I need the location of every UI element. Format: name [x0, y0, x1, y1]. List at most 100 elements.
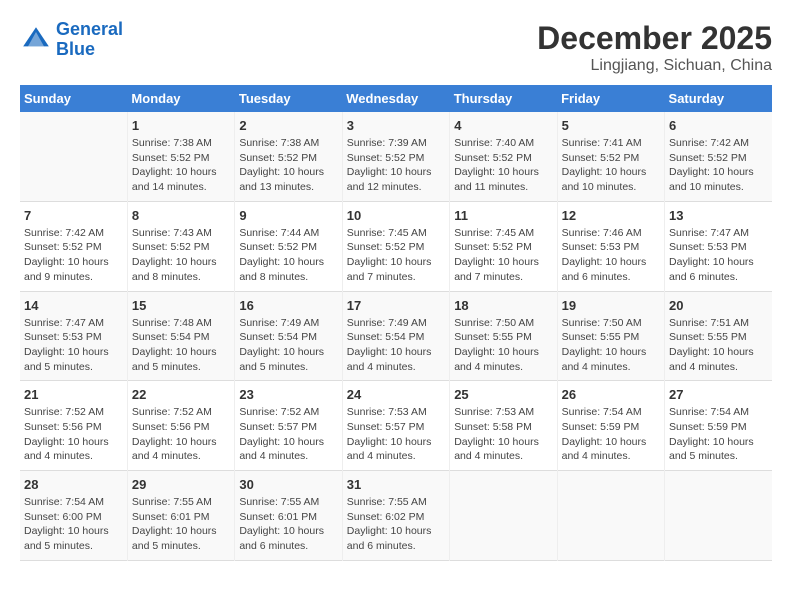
weekday-header: Thursday [450, 85, 557, 112]
day-info: Sunrise: 7:42 AMSunset: 5:52 PMDaylight:… [669, 136, 768, 195]
day-number: 25 [454, 387, 552, 402]
weekday-header: Monday [127, 85, 234, 112]
day-info: Sunrise: 7:52 AMSunset: 5:56 PMDaylight:… [132, 405, 230, 464]
calendar-week: 14 Sunrise: 7:47 AMSunset: 5:53 PMDayligh… [20, 291, 772, 381]
day-number: 21 [24, 387, 123, 402]
calendar-cell: 17Sunrise: 7:49 AMSunset: 5:54 PMDayligh… [342, 291, 449, 381]
logo-icon [20, 24, 52, 56]
calendar-cell: 26Sunrise: 7:54 AMSunset: 5:59 PMDayligh… [557, 381, 664, 471]
day-number: 8 [132, 208, 230, 223]
day-number: 10 [347, 208, 445, 223]
weekday-header: Wednesday [342, 85, 449, 112]
calendar-header: SundayMondayTuesdayWednesdayThursdayFrid… [20, 85, 772, 112]
location: Lingjiang, Sichuan, China [537, 57, 772, 75]
day-info: Sunrise: 7:47 AMSunset: 5:53 PMDaylight:… [669, 226, 768, 285]
day-number: 31 [347, 477, 445, 492]
calendar-cell: 15 Sunrise: 7:48 AMSunset: 5:54 PMDayligh… [127, 291, 234, 381]
day-info: Sunrise: 7:53 AMSunset: 5:58 PMDaylight:… [454, 405, 552, 464]
day-info: Sunrise: 7:40 AMSunset: 5:52 PMDaylight:… [454, 136, 552, 195]
day-number: 3 [347, 118, 445, 133]
calendar-week: 21 Sunrise: 7:52 AMSunset: 5:56 PMDayligh… [20, 381, 772, 471]
calendar-cell: 8 Sunrise: 7:43 AMSunset: 5:52 PMDaylight… [127, 201, 234, 291]
day-info: Sunrise: 7:53 AMSunset: 5:57 PMDaylight:… [347, 405, 445, 464]
day-info: Sunrise: 7:55 AMSunset: 6:01 PMDaylight:… [132, 495, 230, 554]
day-number: 27 [669, 387, 768, 402]
calendar-cell: 2 Sunrise: 7:38 AMSunset: 5:52 PMDaylight… [235, 112, 342, 201]
day-info: Sunrise: 7:38 AMSunset: 5:52 PMDaylight:… [132, 136, 230, 195]
day-number: 16 [239, 298, 337, 313]
calendar-cell: 27 Sunrise: 7:54 AMSunset: 5:59 PMDayligh… [665, 381, 772, 471]
day-number: 11 [454, 208, 552, 223]
calendar-cell: 31 Sunrise: 7:55 AMSunset: 6:02 PMDayligh… [342, 471, 449, 561]
calendar-cell: 3 Sunrise: 7:39 AMSunset: 5:52 PMDaylight… [342, 112, 449, 201]
day-number: 28 [24, 477, 123, 492]
calendar-cell: 30Sunrise: 7:55 AMSunset: 6:01 PMDayligh… [235, 471, 342, 561]
calendar-cell: 12Sunrise: 7:46 AMSunset: 5:53 PMDayligh… [557, 201, 664, 291]
month-title: December 2025 [537, 20, 772, 57]
day-info: Sunrise: 7:47 AMSunset: 5:53 PMDaylight:… [24, 316, 123, 375]
calendar-cell: 21 Sunrise: 7:52 AMSunset: 5:56 PMDayligh… [20, 381, 127, 471]
day-number: 1 [132, 118, 230, 133]
day-info: Sunrise: 7:38 AMSunset: 5:52 PMDaylight:… [239, 136, 337, 195]
day-info: Sunrise: 7:50 AMSunset: 5:55 PMDaylight:… [562, 316, 660, 375]
day-number: 23 [239, 387, 337, 402]
calendar-cell: 23Sunrise: 7:52 AMSunset: 5:57 PMDayligh… [235, 381, 342, 471]
day-number: 5 [562, 118, 660, 133]
calendar-cell: 16 Sunrise: 7:49 AMSunset: 5:54 PMDayligh… [235, 291, 342, 381]
logo-text: General Blue [56, 20, 123, 60]
day-number: 4 [454, 118, 552, 133]
calendar-cell [20, 112, 127, 201]
calendar-cell: 9 Sunrise: 7:44 AMSunset: 5:52 PMDaylight… [235, 201, 342, 291]
day-info: Sunrise: 7:54 AMSunset: 6:00 PMDaylight:… [24, 495, 123, 554]
title-block: December 2025 Lingjiang, Sichuan, China [537, 20, 772, 75]
calendar-cell: 5 Sunrise: 7:41 AMSunset: 5:52 PMDaylight… [557, 112, 664, 201]
calendar-cell: 11 Sunrise: 7:45 AMSunset: 5:52 PMDayligh… [450, 201, 557, 291]
day-info: Sunrise: 7:45 AMSunset: 5:52 PMDaylight:… [347, 226, 445, 285]
calendar-body: 1 Sunrise: 7:38 AMSunset: 5:52 PMDaylight… [20, 112, 772, 560]
day-info: Sunrise: 7:52 AMSunset: 5:56 PMDaylight:… [24, 405, 123, 464]
calendar-cell: 6 Sunrise: 7:42 AMSunset: 5:52 PMDaylight… [665, 112, 772, 201]
day-number: 19 [562, 298, 660, 313]
day-number: 9 [239, 208, 337, 223]
day-info: Sunrise: 7:55 AMSunset: 6:02 PMDaylight:… [347, 495, 445, 554]
day-number: 22 [132, 387, 230, 402]
weekday-header: Sunday [20, 85, 127, 112]
calendar-cell: 18Sunrise: 7:50 AMSunset: 5:55 PMDayligh… [450, 291, 557, 381]
day-number: 12 [562, 208, 660, 223]
weekday-header: Tuesday [235, 85, 342, 112]
weekday-row: SundayMondayTuesdayWednesdayThursdayFrid… [20, 85, 772, 112]
day-info: Sunrise: 7:51 AMSunset: 5:55 PMDaylight:… [669, 316, 768, 375]
calendar-cell [665, 471, 772, 561]
day-number: 20 [669, 298, 768, 313]
calendar-cell: 29 Sunrise: 7:55 AMSunset: 6:01 PMDayligh… [127, 471, 234, 561]
day-number: 17 [347, 298, 445, 313]
calendar-cell: 22 Sunrise: 7:52 AMSunset: 5:56 PMDayligh… [127, 381, 234, 471]
calendar-cell: 1 Sunrise: 7:38 AMSunset: 5:52 PMDaylight… [127, 112, 234, 201]
calendar-cell [450, 471, 557, 561]
day-info: Sunrise: 7:54 AMSunset: 5:59 PMDaylight:… [669, 405, 768, 464]
day-info: Sunrise: 7:45 AMSunset: 5:52 PMDaylight:… [454, 226, 552, 285]
calendar-cell: 19 Sunrise: 7:50 AMSunset: 5:55 PMDayligh… [557, 291, 664, 381]
day-info: Sunrise: 7:41 AMSunset: 5:52 PMDaylight:… [562, 136, 660, 195]
calendar-table: SundayMondayTuesdayWednesdayThursdayFrid… [20, 85, 772, 561]
day-number: 18 [454, 298, 552, 313]
day-info: Sunrise: 7:44 AMSunset: 5:52 PMDaylight:… [239, 226, 337, 285]
day-number: 29 [132, 477, 230, 492]
weekday-header: Friday [557, 85, 664, 112]
calendar-cell: 28 Sunrise: 7:54 AMSunset: 6:00 PMDayligh… [20, 471, 127, 561]
day-number: 14 [24, 298, 123, 313]
calendar-cell: 25 Sunrise: 7:53 AMSunset: 5:58 PMDayligh… [450, 381, 557, 471]
day-number: 13 [669, 208, 768, 223]
day-number: 2 [239, 118, 337, 133]
day-info: Sunrise: 7:39 AMSunset: 5:52 PMDaylight:… [347, 136, 445, 195]
day-number: 26 [562, 387, 660, 402]
day-number: 6 [669, 118, 768, 133]
day-number: 15 [132, 298, 230, 313]
day-info: Sunrise: 7:49 AMSunset: 5:54 PMDaylight:… [239, 316, 337, 375]
calendar-cell: 14 Sunrise: 7:47 AMSunset: 5:53 PMDayligh… [20, 291, 127, 381]
day-info: Sunrise: 7:48 AMSunset: 5:54 PMDaylight:… [132, 316, 230, 375]
day-info: Sunrise: 7:43 AMSunset: 5:52 PMDaylight:… [132, 226, 230, 285]
day-info: Sunrise: 7:42 AMSunset: 5:52 PMDaylight:… [24, 226, 123, 285]
calendar-cell: 13 Sunrise: 7:47 AMSunset: 5:53 PMDayligh… [665, 201, 772, 291]
calendar-cell: 20 Sunrise: 7:51 AMSunset: 5:55 PMDayligh… [665, 291, 772, 381]
